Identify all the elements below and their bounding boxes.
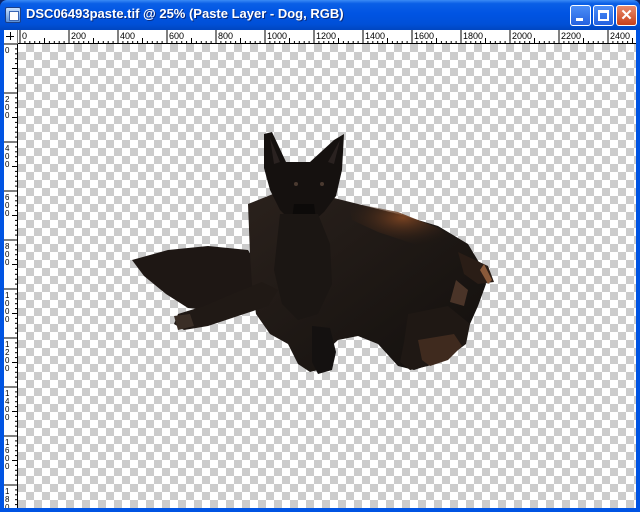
vertical-ruler-label: 0 <box>5 209 10 218</box>
horizontal-ruler-ticks: 0 200 400 600 800 1000 1200 1400 1600 1800 2000 220… <box>19 30 633 43</box>
vertical-ruler-label: 0 <box>5 462 10 471</box>
vertical-ruler-label: 0 <box>5 111 10 120</box>
horizontal-ruler-label: 400 <box>120 31 135 41</box>
horizontal-ruler-label: 200 <box>71 31 86 41</box>
window-border-bottom[interactable] <box>0 508 640 512</box>
minimize-icon <box>576 18 583 21</box>
close-button[interactable]: ✕ <box>616 5 637 26</box>
horizontal-ruler-label: 2400 <box>610 31 630 41</box>
vertical-ruler[interactable]: 020040060080010001200140016001800 <box>4 44 18 508</box>
horizontal-ruler-label: 800 <box>218 31 233 41</box>
horizontal-ruler[interactable]: 0 200 400 600 800 1000 1200 1400 1600 1800 2000 220… <box>18 30 636 44</box>
vertical-ruler-label: 0 <box>5 160 10 169</box>
close-icon: ✕ <box>620 7 633 24</box>
vertical-ruler-label: 0 <box>5 413 10 422</box>
horizontal-ruler-label: 1600 <box>414 31 434 41</box>
horizontal-ruler-label: 600 <box>169 31 184 41</box>
title-bar[interactable]: DSC06493paste.tif @ 25% (Paste Layer - D… <box>0 0 640 30</box>
vertical-ruler-label: 0 <box>5 46 10 55</box>
document-icon[interactable] <box>5 7 21 23</box>
horizontal-ruler-label: 0 <box>22 31 27 41</box>
horizontal-ruler-label: 1800 <box>463 31 483 41</box>
vertical-ruler-label: 0 <box>5 315 10 324</box>
window-border-right[interactable] <box>636 30 640 512</box>
horizontal-ruler-label: 2200 <box>561 31 581 41</box>
horizontal-ruler-label: 1400 <box>365 31 385 41</box>
document-canvas[interactable]: Paste Layer - Dog 25% RGB <box>18 44 636 508</box>
document-window: DSC06493paste.tif @ 25% (Paste Layer - D… <box>0 0 640 512</box>
window-title: DSC06493paste.tif @ 25% (Paste Layer - D… <box>26 6 344 21</box>
dog-layer-image <box>132 132 494 374</box>
vertical-ruler-ticks: 020040060080010001200140016001800 <box>4 44 17 508</box>
horizontal-ruler-label: 2000 <box>512 31 532 41</box>
maximize-icon <box>598 10 609 21</box>
horizontal-ruler-label: 1200 <box>316 31 336 41</box>
horizontal-ruler-label: 1000 <box>267 31 287 41</box>
vertical-ruler-label: 0 <box>5 503 10 508</box>
maximize-button[interactable] <box>593 5 614 26</box>
vertical-ruler-label: 0 <box>5 364 10 373</box>
vertical-ruler-label: 0 <box>5 258 10 267</box>
ruler-origin[interactable] <box>4 30 18 44</box>
minimize-button[interactable] <box>570 5 591 26</box>
